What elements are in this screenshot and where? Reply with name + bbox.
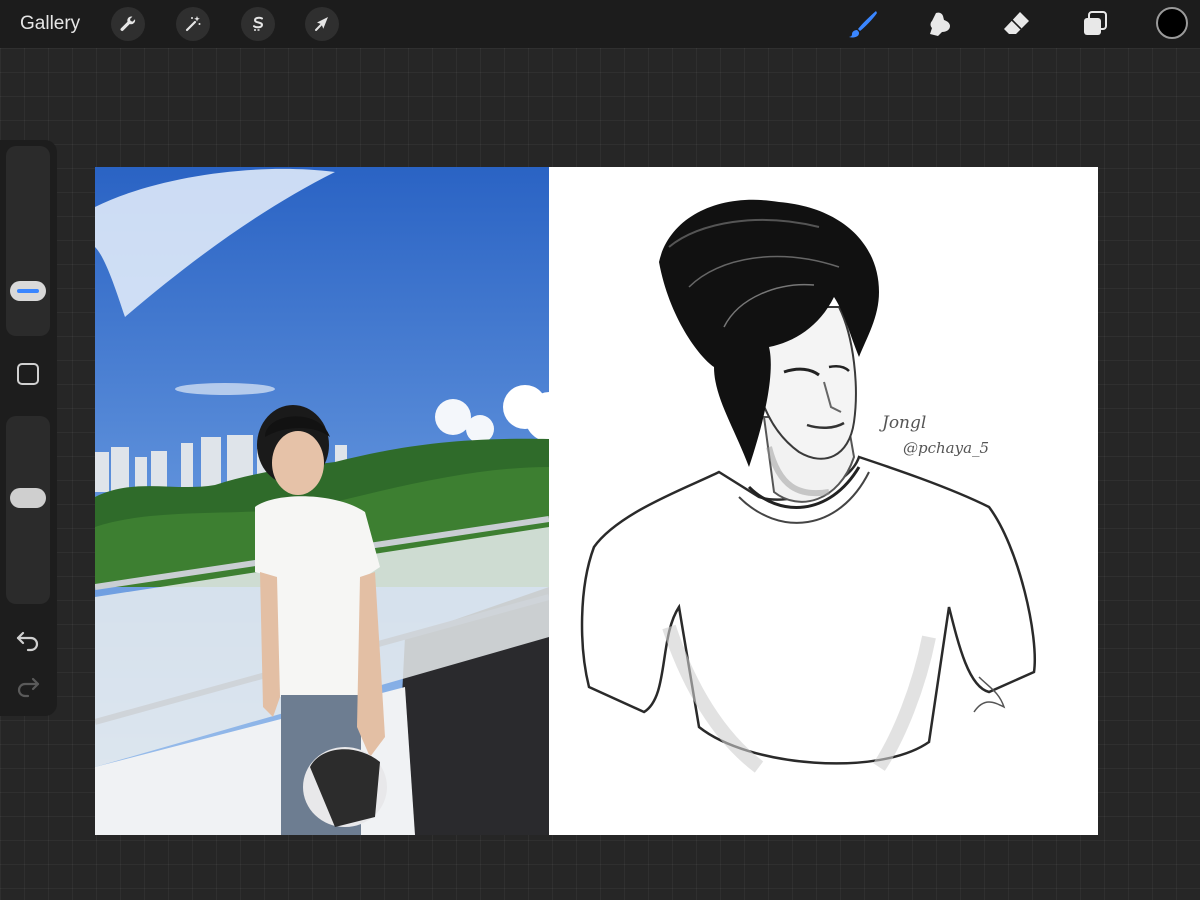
magic-wand-icon [185,16,201,32]
smudge-tool[interactable] [922,6,958,42]
brush-size-slider[interactable] [6,146,50,336]
canvas[interactable]: Jongl @pchaya_5 [95,167,1098,835]
eraser-tool[interactable] [999,6,1035,42]
layers-icon [1084,11,1107,35]
transform-arrow-icon [315,17,328,31]
layers-button[interactable] [1077,6,1113,42]
wrench-icon [120,16,136,31]
selection-button[interactable] [241,7,275,41]
sketch-drawing [549,167,1098,835]
artist-handle: @pchaya_5 [903,439,990,457]
eraser-icon [1004,12,1029,34]
color-swatch[interactable] [1156,7,1188,39]
brush-tool[interactable] [845,6,881,42]
selection-icon [253,16,264,31]
brush-icon [849,11,877,38]
redo-icon[interactable] [14,674,42,698]
top-toolbar: Gallery [0,0,1200,48]
opacity-thumb[interactable] [10,488,46,508]
opacity-slider[interactable] [6,416,50,604]
gallery-button[interactable]: Gallery [20,12,80,36]
reference-photo [95,167,549,835]
actions-button[interactable] [111,7,145,41]
adjustments-button[interactable] [176,7,210,41]
modify-square-icon[interactable] [16,362,40,386]
transform-button[interactable] [305,7,339,41]
undo-icon[interactable] [14,628,42,652]
signature-text: Jongl [882,413,927,433]
smudge-icon [930,12,950,36]
brush-size-thumb[interactable] [10,281,46,301]
sidebar [0,140,57,716]
